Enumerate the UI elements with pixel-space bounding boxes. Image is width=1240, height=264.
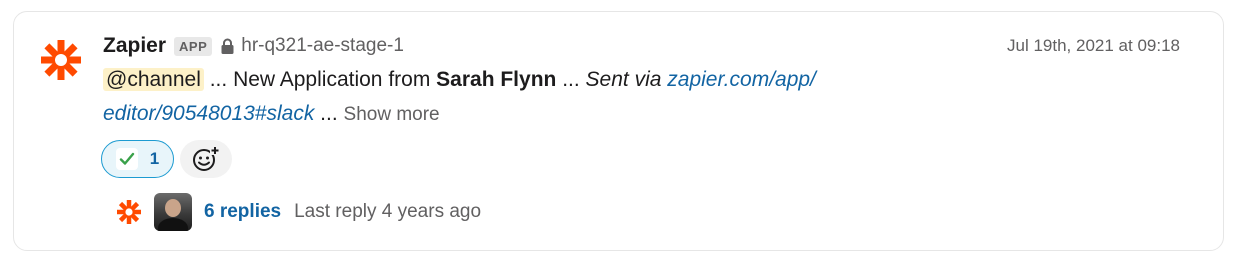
- message-header: Zapier APP hr-q321-ae-stage-1: [103, 33, 404, 59]
- replies-link[interactable]: 6 replies: [204, 201, 281, 223]
- avatar[interactable]: [154, 193, 192, 231]
- white-check-mark-icon: [115, 148, 138, 170]
- channel-name[interactable]: hr-q321-ae-stage-1: [241, 35, 404, 57]
- message-text-ellipsis-end: ...: [314, 102, 344, 125]
- message-timestamp[interactable]: Jul 19th, 2021 at 09:18: [1007, 36, 1180, 56]
- lock-icon: [221, 38, 234, 54]
- link-part-1[interactable]: zapier.com/app/: [667, 68, 816, 91]
- reaction-count: 1: [149, 149, 160, 168]
- applicant-name: Sarah Flynn: [436, 68, 557, 91]
- thread-summary[interactable]: 6 replies Last reply 4 years ago: [116, 193, 481, 231]
- show-more-link[interactable]: Show more: [344, 104, 440, 125]
- reactions-bar: 1: [101, 140, 232, 178]
- zapier-logo-icon[interactable]: [40, 39, 82, 81]
- app-badge: APP: [174, 36, 213, 56]
- add-emoji-icon: [193, 146, 220, 171]
- sent-via-text: Sent via: [585, 68, 668, 91]
- channel-mention[interactable]: @channel: [103, 68, 204, 91]
- zapier-small-icon: [117, 200, 141, 224]
- message-text: ... New Application from: [203, 68, 437, 91]
- sender-name[interactable]: Zapier: [103, 34, 166, 58]
- message-body: @channel ... New Application from Sarah …: [103, 63, 963, 132]
- add-reaction-button[interactable]: [180, 140, 232, 178]
- reaction-check[interactable]: 1: [101, 140, 174, 178]
- message-text-ellipsis: ...: [556, 68, 586, 91]
- link-part-2[interactable]: editor/90548013#slack: [103, 102, 314, 125]
- last-reply-text: Last reply 4 years ago: [294, 201, 482, 222]
